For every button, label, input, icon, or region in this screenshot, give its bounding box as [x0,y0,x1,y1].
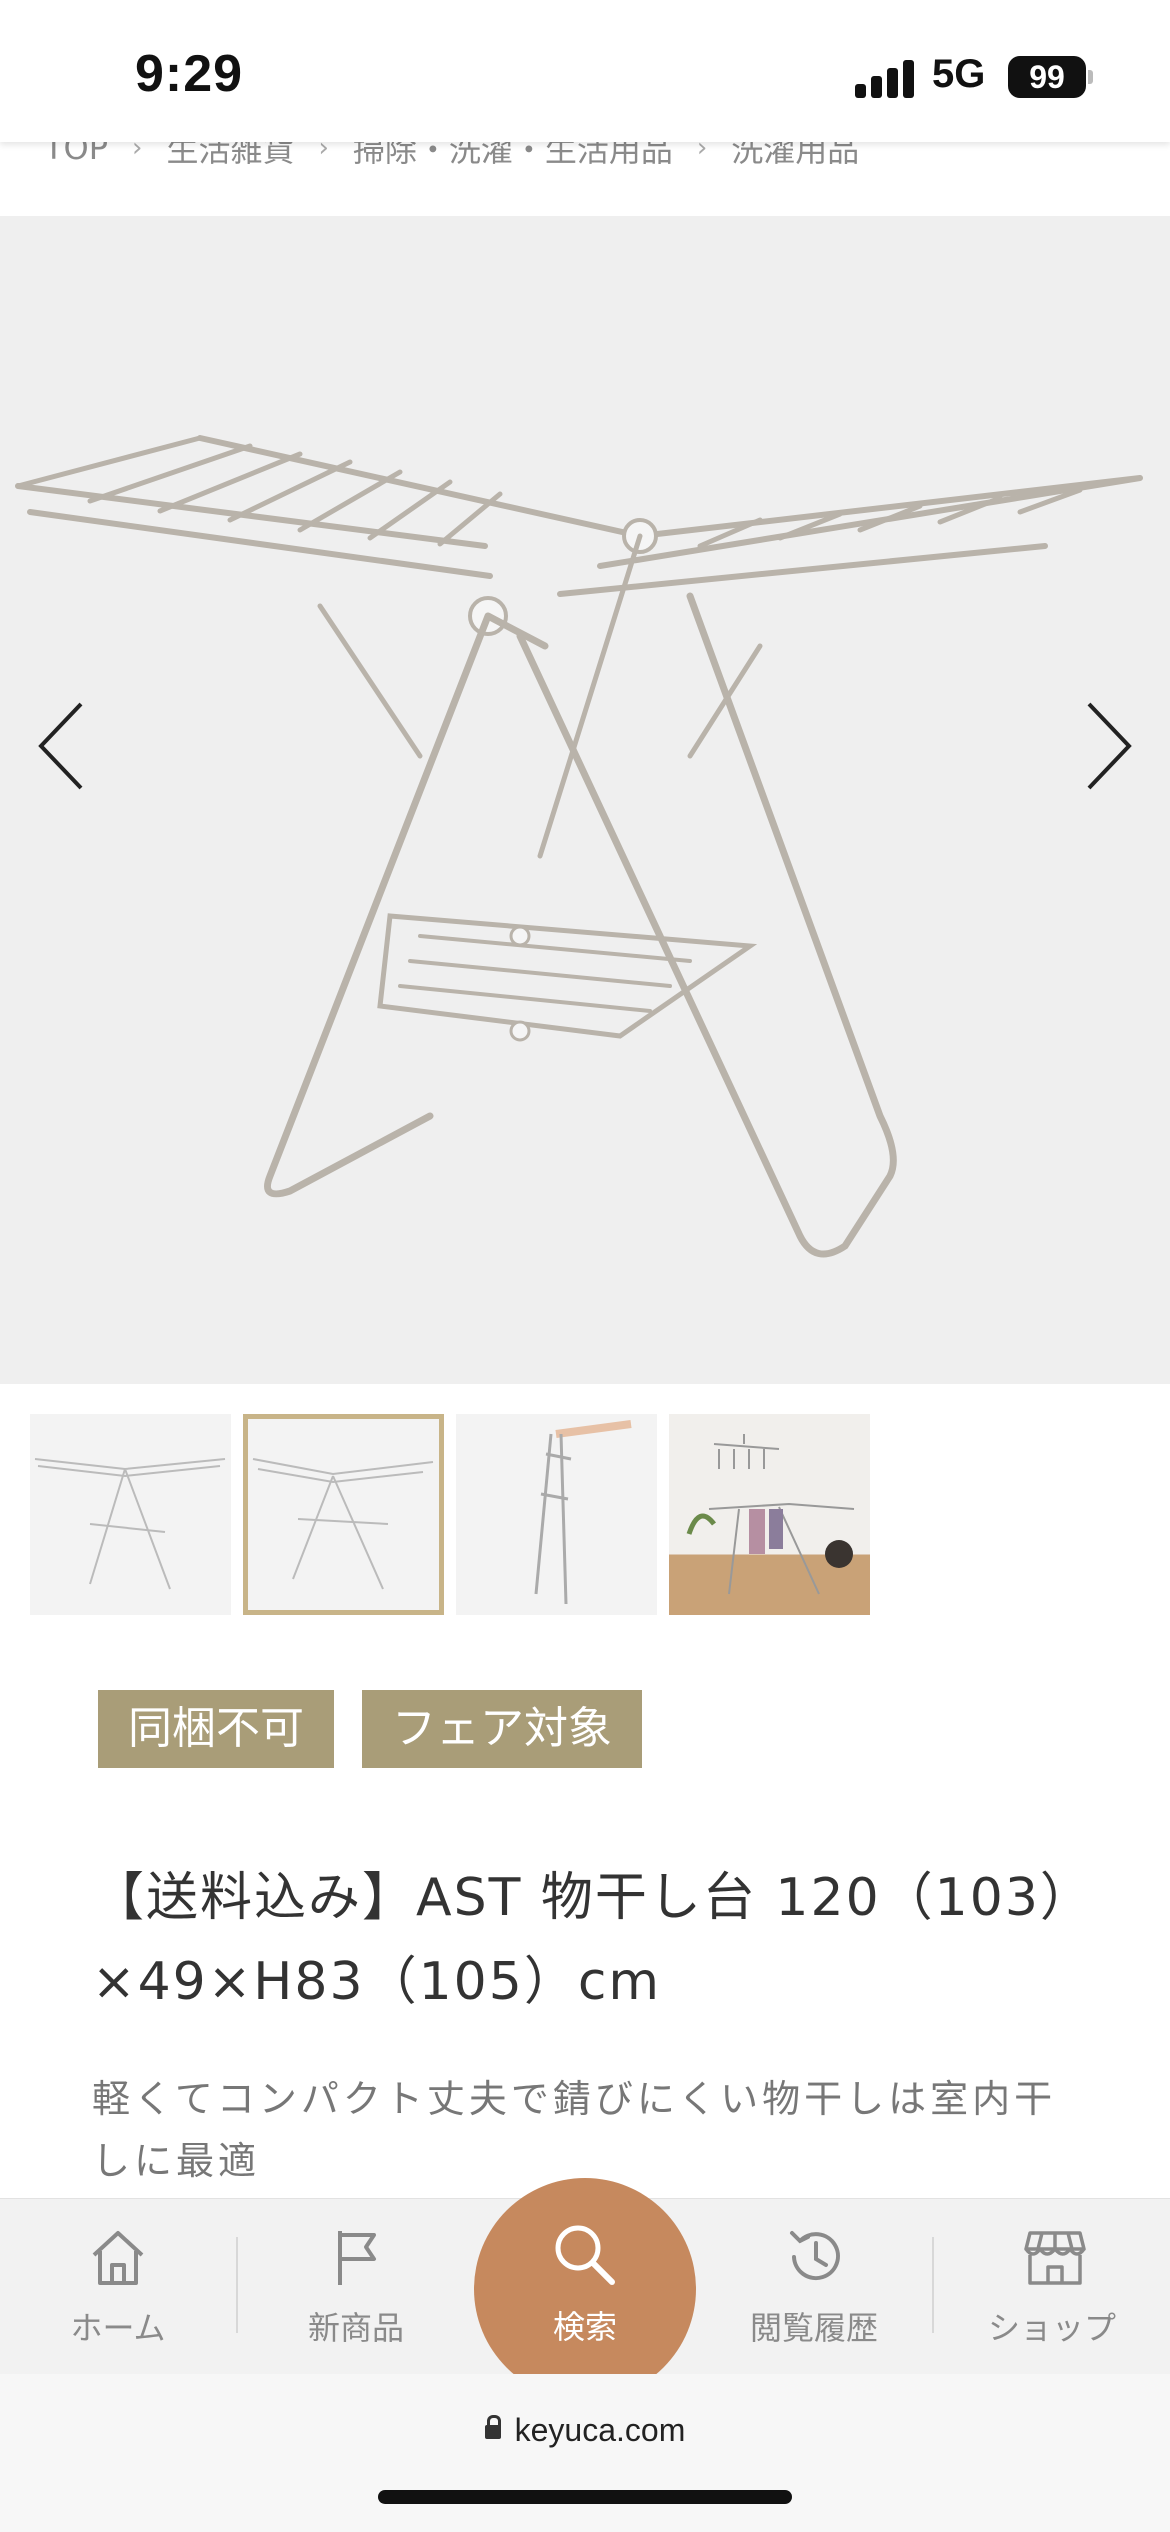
tab-shop[interactable]: ショップ [942,2199,1162,2375]
tab-new-items[interactable]: 新商品 [246,2199,466,2375]
shop-icon [1024,2231,1086,2285]
search-label: 検索 [552,2308,617,2346]
thumbnail-4[interactable] [669,1414,870,1615]
thumbnail-2-selected[interactable] [243,1414,444,1615]
tab-shop-label: ショップ [987,2309,1116,2347]
room-scene-thumbnail [686,1434,855,1595]
tab-history[interactable]: 閲覧履歴 [704,2199,924,2375]
url-display[interactable]: keyuca.com [0,2412,1170,2449]
search-button[interactable]: 検索 [474,2178,696,2400]
home-icon [92,2231,144,2285]
thumbnail-strip [30,1414,870,1615]
chevron-left-icon[interactable] [26,686,96,806]
status-bar: 9:29 5G 99 [0,0,1170,142]
chevron-right-icon[interactable] [1074,686,1144,806]
tab-history-label: 閲覧履歴 [749,2309,878,2347]
thumbnail-1[interactable] [30,1414,231,1615]
product-description: 軽くてコンパクト丈夫で錆びにくい物干しは室内干しに最適 [92,2077,1057,2183]
product-image-main[interactable] [0,216,1170,1384]
drying-rack-image [15,435,1143,1258]
status-time: 9:29 [135,45,244,103]
flag-icon [338,2231,376,2285]
drying-rack-thumbnail [252,1458,434,1590]
folded-rack-thumbnail [534,1420,632,1605]
product-title: 【送料込み】AST 物干し台 120（103）×49×H83（105）cm [92,1868,1068,2012]
drying-rack-thumbnail [34,1458,226,1590]
product-tags: 同梱不可 フェア対象 [98,1690,642,1768]
browser-url-bar[interactable]: keyuca.com [0,2374,1170,2532]
search-icon [555,2225,615,2285]
lock-icon [484,2415,501,2439]
url-text: keyuca.com [514,2412,686,2448]
home-indicator [378,2490,792,2504]
signal-icon [855,58,915,98]
battery-tip [1088,70,1093,84]
tab-home-label: ホーム [70,2309,166,2347]
tab-divider [236,2237,238,2333]
tab-home[interactable]: ホーム [8,2199,228,2375]
battery-icon: 99 [1008,56,1086,98]
tag-no-bundle: 同梱不可 [98,1690,334,1768]
thumbnail-3[interactable] [456,1414,657,1615]
tab-divider [932,2237,934,2333]
tab-new-label: 新商品 [307,2309,404,2347]
history-icon [790,2231,840,2281]
tag-fair: フェア対象 [362,1690,642,1768]
network-type: 5G [932,52,986,96]
